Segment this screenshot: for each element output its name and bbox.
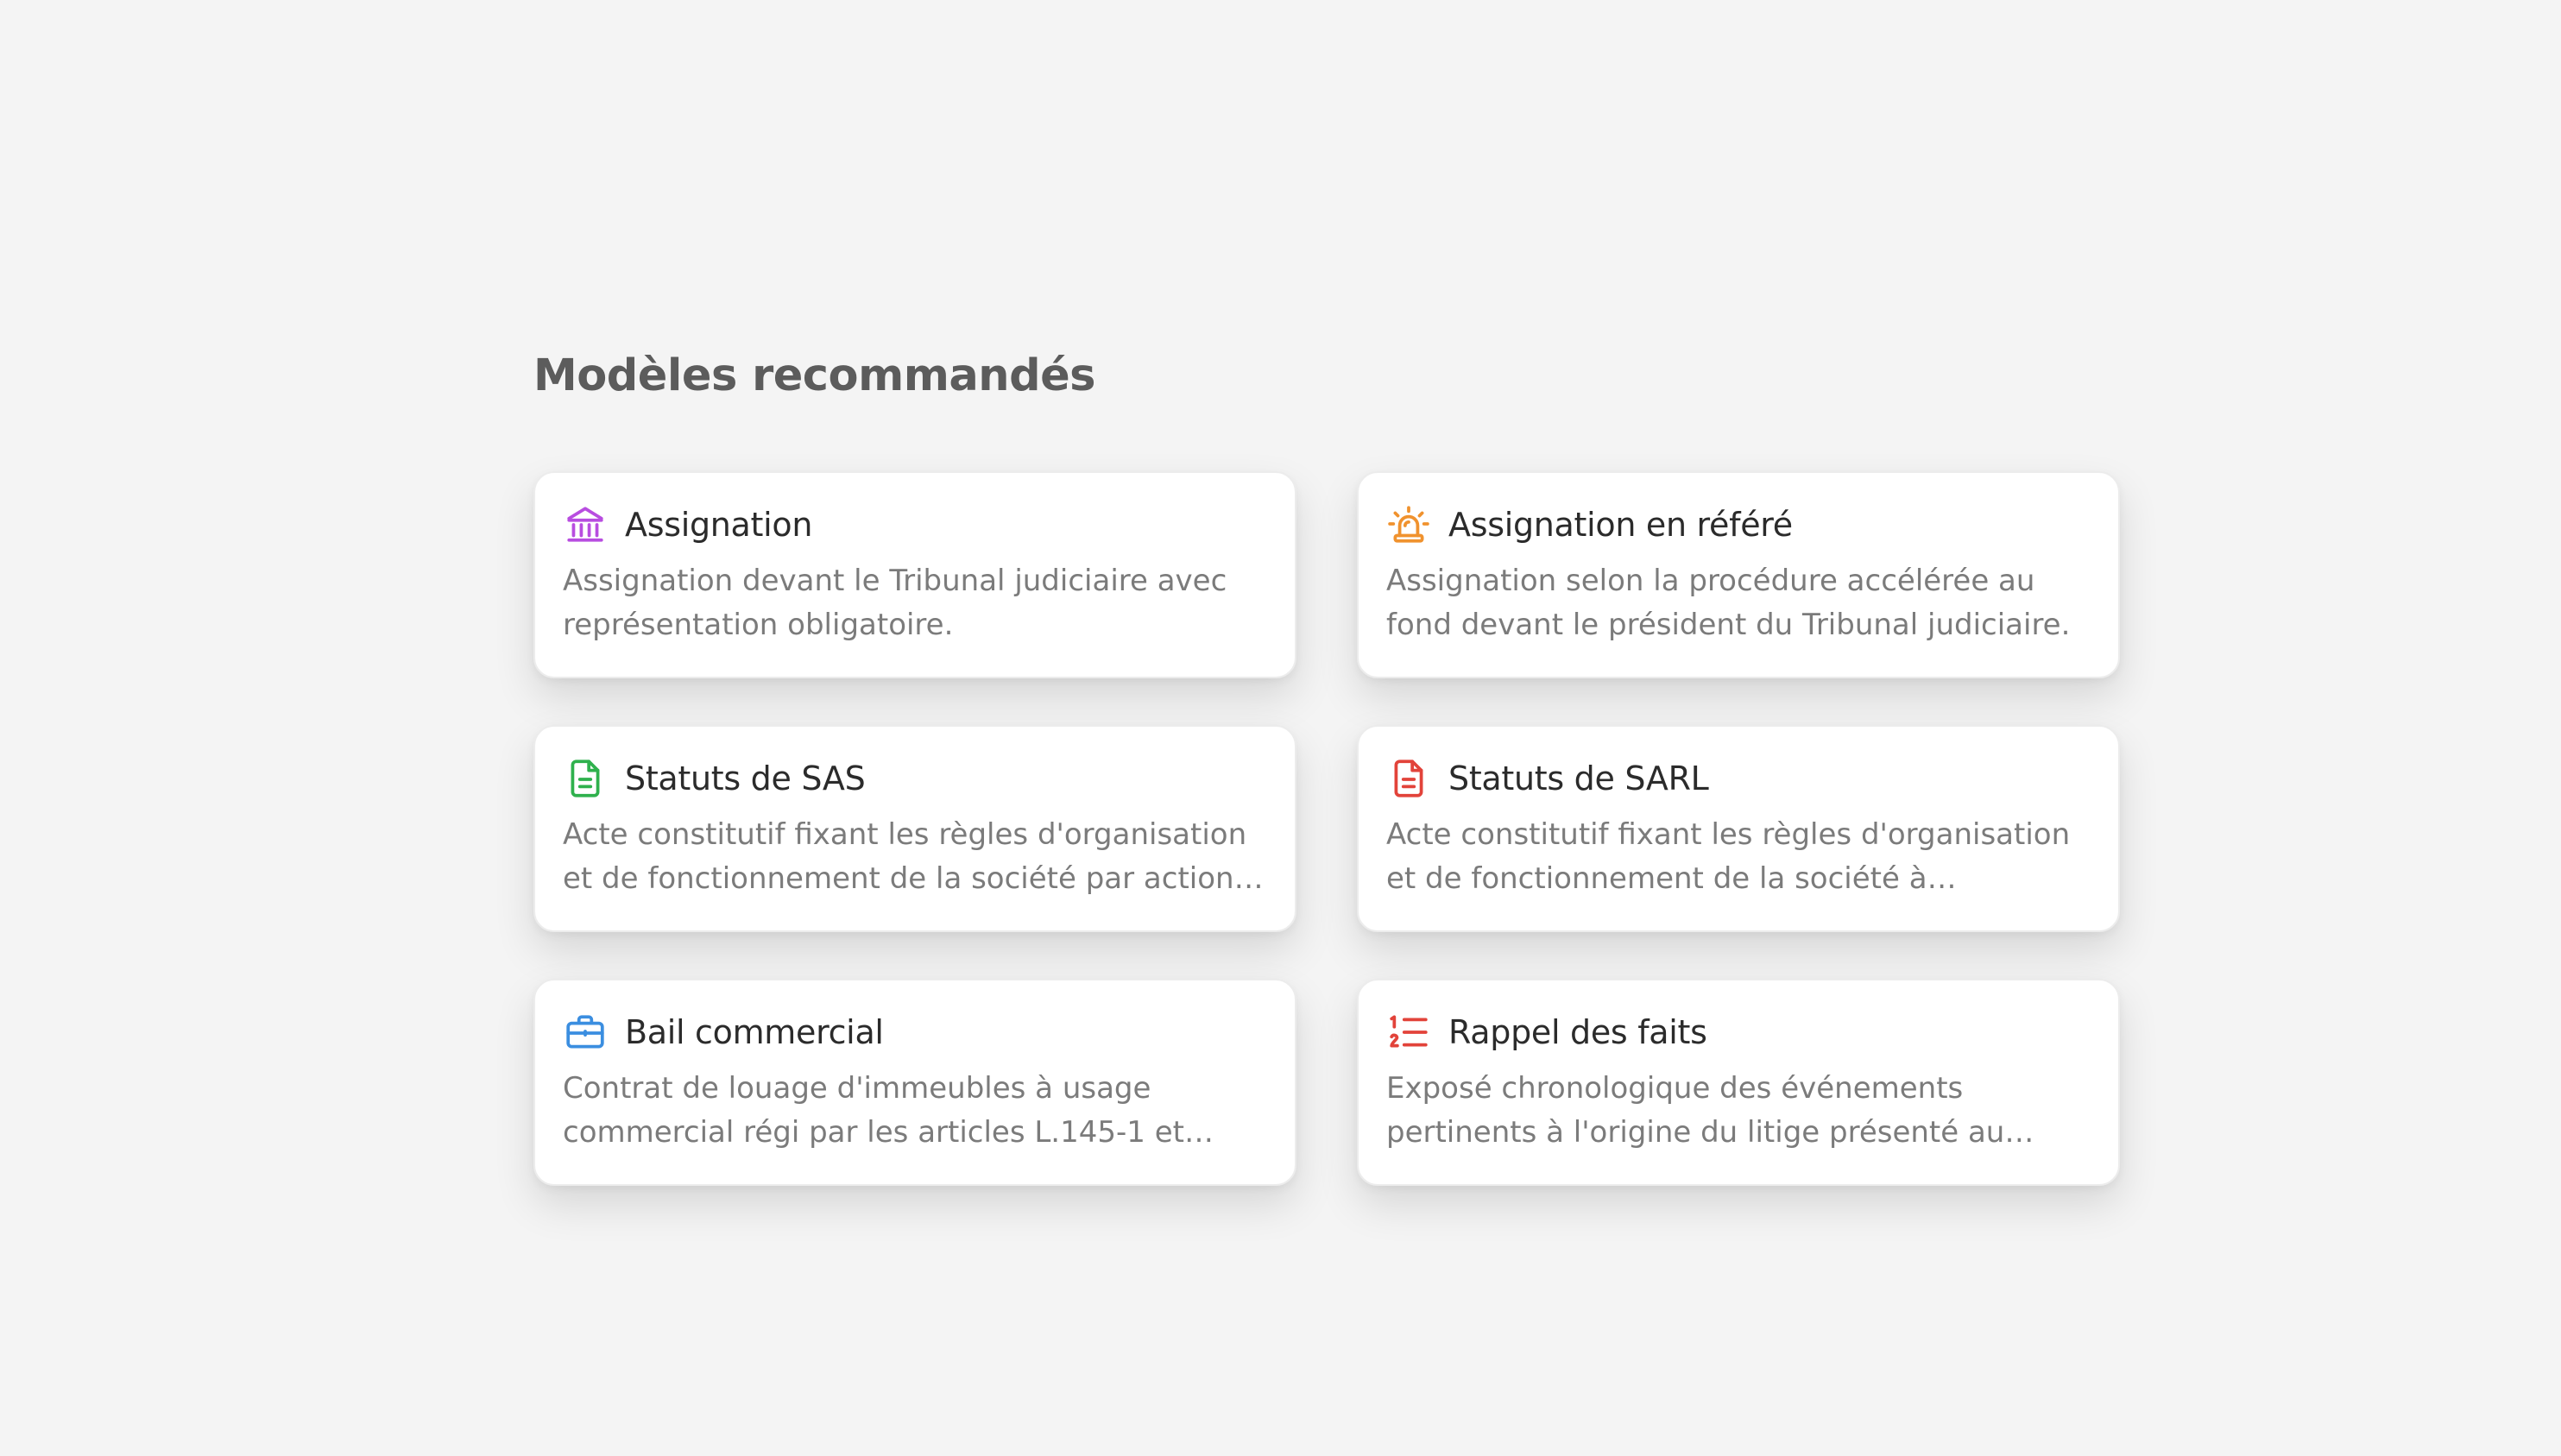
alarm-siren-icon bbox=[1386, 502, 1431, 547]
card-header: Rappel des faits bbox=[1386, 1008, 2091, 1056]
card-header: Bail commercial bbox=[563, 1008, 1267, 1056]
card-title: Rappel des faits bbox=[1448, 1013, 1707, 1051]
template-card-rappel-des-faits[interactable]: Rappel des faits Exposé chronologique de… bbox=[1357, 979, 2120, 1186]
numbered-list-icon bbox=[1386, 1010, 1431, 1055]
template-card-bail-commercial[interactable]: Bail commercial Contrat de louage d'imme… bbox=[533, 979, 1296, 1186]
card-header: Statuts de SAS bbox=[563, 754, 1267, 803]
card-description: Assignation selon la procédure accélérée… bbox=[1386, 564, 2071, 642]
recommended-templates-section: Modèles recommandés Assignation Assignat… bbox=[533, 342, 2120, 1186]
card-title: Statuts de SARL bbox=[1448, 760, 1709, 797]
template-card-assignation[interactable]: Assignation Assignation devant le Tribun… bbox=[533, 471, 1296, 678]
card-description: Contrat de louage d'immeubles à usage co… bbox=[563, 1071, 1184, 1150]
templates-grid: Assignation Assignation devant le Tribun… bbox=[533, 471, 2120, 1186]
template-card-assignation-refere[interactable]: Assignation en référé Assignation selon … bbox=[1357, 471, 2120, 678]
card-description: Exposé chronologique des événements pert… bbox=[1386, 1071, 2005, 1150]
card-header: Assignation en référé bbox=[1386, 501, 2091, 549]
section-title: Modèles recommandés bbox=[533, 350, 1096, 401]
template-card-statuts-sarl[interactable]: Statuts de SARL Acte constitutif fixant … bbox=[1357, 725, 2120, 932]
card-description: Assignation devant le Tribunal judiciair… bbox=[563, 564, 1227, 642]
card-title: Bail commercial bbox=[625, 1013, 884, 1051]
card-header: Assignation bbox=[563, 501, 1267, 549]
document-icon bbox=[563, 756, 608, 801]
template-card-statuts-sas[interactable]: Statuts de SAS Acte constitutif fixant l… bbox=[533, 725, 1296, 932]
card-title: Assignation en référé bbox=[1448, 506, 1793, 544]
document-icon bbox=[1386, 756, 1431, 801]
card-header: Statuts de SARL bbox=[1386, 754, 2091, 803]
courthouse-icon bbox=[563, 502, 608, 547]
card-description: Acte constitutif fixant les règles d'org… bbox=[1386, 817, 2071, 896]
card-title: Statuts de SAS bbox=[625, 760, 866, 797]
card-description: Acte constitutif fixant les règles d'org… bbox=[563, 817, 1250, 896]
briefcase-icon bbox=[563, 1010, 608, 1055]
card-title: Assignation bbox=[625, 506, 813, 544]
